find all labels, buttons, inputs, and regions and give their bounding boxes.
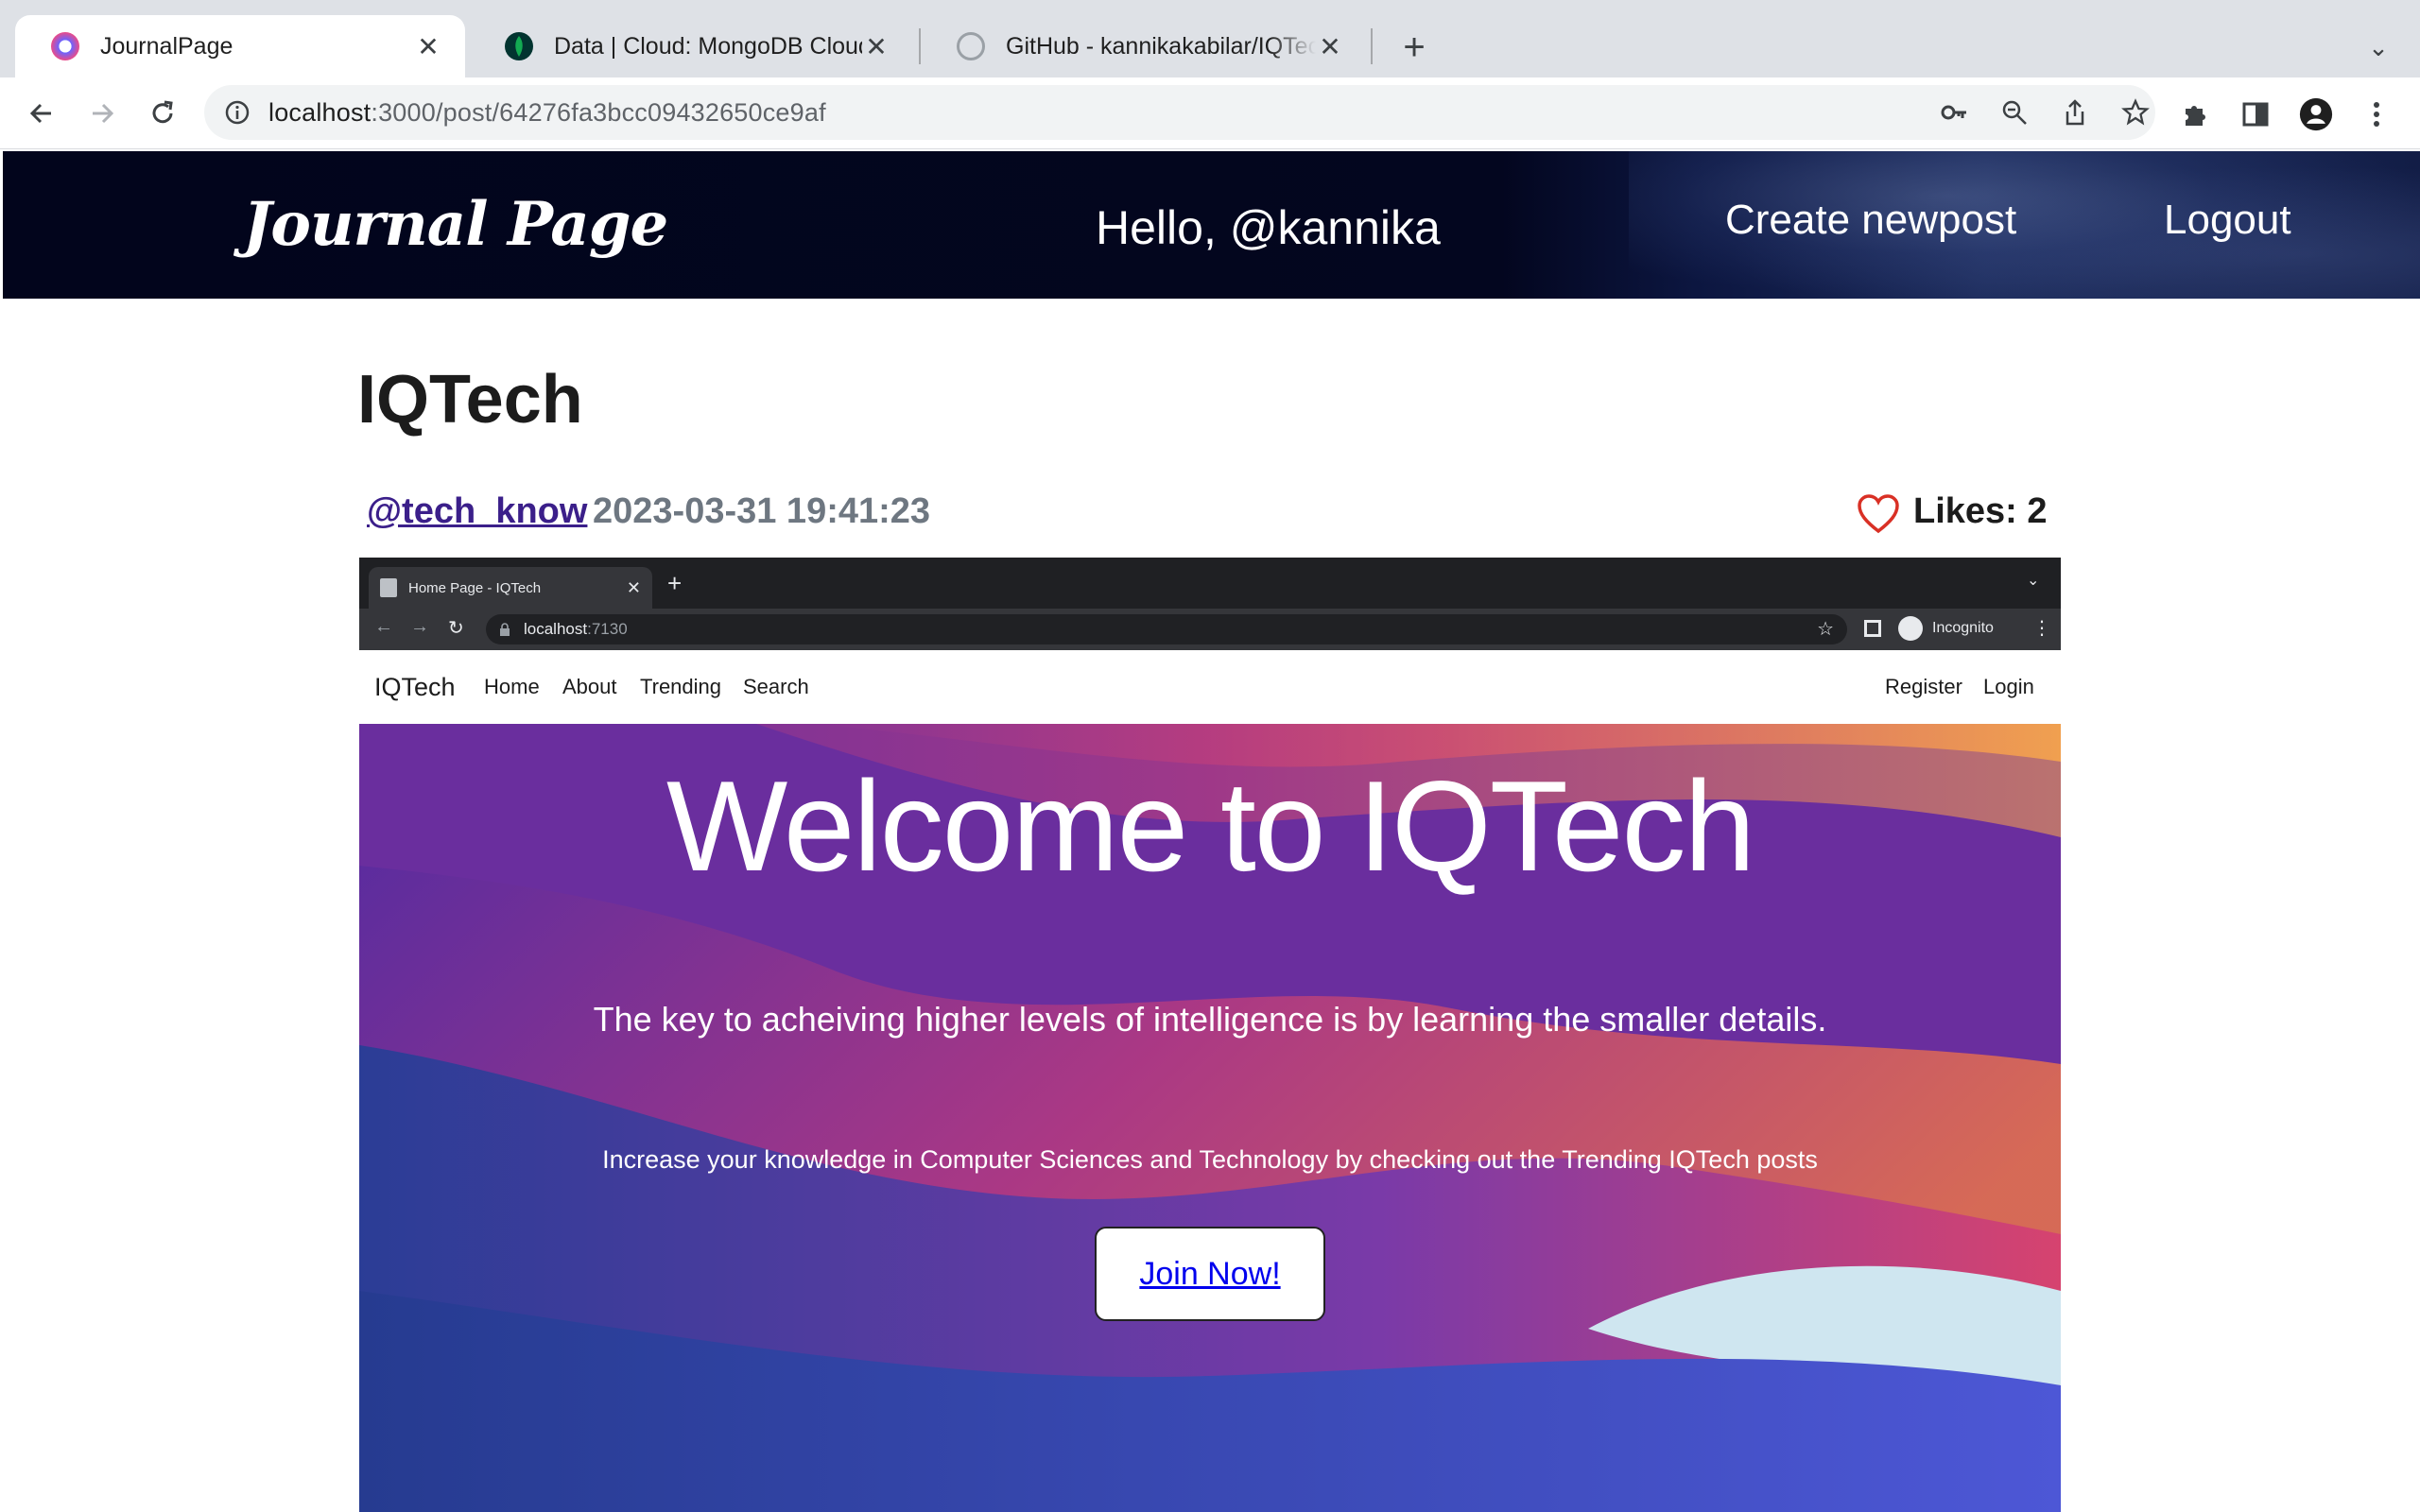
key-icon[interactable] xyxy=(1940,98,1968,127)
image-menu-icon: ⋮ xyxy=(2032,618,2051,639)
incognito-icon xyxy=(1898,616,1923,641)
share-icon[interactable] xyxy=(2061,98,2089,127)
profile-avatar-icon[interactable] xyxy=(2299,97,2333,131)
back-arrow-icon[interactable] xyxy=(17,89,66,138)
iqtech-navbar: IQTech Home About Trending Search Regist… xyxy=(359,650,2061,724)
image-close-icon: ✕ xyxy=(626,577,641,597)
side-panel-icon[interactable] xyxy=(2238,97,2273,131)
url-text: localhost:3000/post/64276fa3bcc09432650c… xyxy=(268,85,826,140)
join-now-button: Join Now! xyxy=(1095,1227,1325,1321)
image-chevron-icon: ⌄ xyxy=(2027,573,2040,589)
post-image: Home Page - IQTech ✕ + ⌄ ← → ↻ localhost… xyxy=(359,558,2061,1512)
tab-search-chevron-icon[interactable]: ⌄ xyxy=(2358,26,2399,68)
heart-like-icon[interactable] xyxy=(1857,493,1900,535)
create-newpost-link[interactable]: Create newpost xyxy=(1725,197,2016,244)
post-date: 2023-03-31 19:41:23 xyxy=(593,491,931,531)
image-new-tab-icon: + xyxy=(667,569,683,597)
image-url-host: localhost xyxy=(524,620,588,638)
reload-icon[interactable] xyxy=(138,89,187,138)
extensions-puzzle-icon[interactable] xyxy=(2178,97,2212,131)
hero-body: Increase your knowledge in Computer Scie… xyxy=(602,1145,1818,1174)
logout-link[interactable]: Logout xyxy=(2164,197,2291,244)
post-author-link[interactable]: @tech_know xyxy=(367,491,587,532)
hero-subtitle: The key to acheiving higher levels of in… xyxy=(593,1000,1827,1039)
browser-tab-mongodb[interactable]: Data | Cloud: MongoDB Cloud ✕ xyxy=(469,15,913,77)
url-path: :3000/post/64276fa3bcc09432650ce9af xyxy=(371,98,826,127)
site-info-icon[interactable] xyxy=(223,98,251,127)
browser-toolbar: localhost:3000/post/64276fa3bcc09432650c… xyxy=(0,77,2420,149)
browser-tab-github[interactable]: GitHub - kannikakabilar/IQTech ✕ xyxy=(921,15,1367,77)
iqtech-nav-about: About xyxy=(562,675,617,698)
tab-title: GitHub - kannikakabilar/IQTech xyxy=(1006,32,1316,60)
site-header: Journal Page Hello, @kannika Create newp… xyxy=(3,151,2420,299)
iqtech-nav-register: Register xyxy=(1885,675,1962,698)
iqtech-nav-login: Login xyxy=(1983,675,2034,698)
iqtech-nav-trending: Trending xyxy=(640,675,722,698)
tab-title: Data | Cloud: MongoDB Cloud xyxy=(554,32,862,60)
page-favicon-icon xyxy=(380,578,397,597)
iqtech-nav-search: Search xyxy=(743,675,809,698)
close-tab-icon[interactable]: ✕ xyxy=(862,32,890,61)
iqtech-hero: Welcome to IQTech The key to acheiving h… xyxy=(359,724,2061,1512)
forward-arrow-icon[interactable] xyxy=(78,89,127,138)
browser-tab-strip: JournalPage ✕ Data | Cloud: MongoDB Clou… xyxy=(0,0,2420,77)
address-bar[interactable]: localhost:3000/post/64276fa3bcc09432650c… xyxy=(204,85,2155,140)
site-logo[interactable]: Journal Page xyxy=(243,189,668,260)
image-lock-icon xyxy=(500,623,510,636)
image-url: localhost:7130 xyxy=(524,614,628,644)
likes-count: Likes: 2 xyxy=(1913,491,2048,531)
mongodb-favicon-icon xyxy=(505,32,533,60)
user-greeting: Hello, @kannika xyxy=(1096,201,1441,254)
tab-title: JournalPage xyxy=(100,32,233,60)
image-reload-icon: ↻ xyxy=(448,618,464,639)
image-back-icon: ← xyxy=(374,616,393,637)
image-incognito-label: Incognito xyxy=(1932,620,1994,636)
bookmark-star-icon[interactable] xyxy=(2121,98,2150,127)
image-star-icon: ☆ xyxy=(1817,619,1834,640)
image-forward-icon: → xyxy=(410,616,429,637)
close-tab-icon[interactable]: ✕ xyxy=(414,32,442,61)
image-incognito: Incognito xyxy=(1898,616,1994,641)
image-tab: Home Page - IQTech ✕ xyxy=(369,567,652,609)
close-tab-icon[interactable]: ✕ xyxy=(1316,32,1344,61)
image-url-port: :7130 xyxy=(587,620,628,638)
browser-tab-journalpage[interactable]: JournalPage ✕ xyxy=(15,15,465,77)
new-tab-icon[interactable]: + xyxy=(1393,26,1435,68)
iqtech-brand: IQTech xyxy=(374,673,456,701)
github-favicon-icon xyxy=(957,32,985,60)
url-host: localhost xyxy=(268,98,372,127)
image-tab-title: Home Page - IQTech xyxy=(408,579,542,596)
browser-menu-icon[interactable] xyxy=(2360,97,2394,131)
image-toolbar: ← → ↻ localhost:7130 ☆ Incognito ⋮ xyxy=(359,609,2061,650)
journalpage-favicon-icon xyxy=(51,32,79,60)
iqtech-nav-home: Home xyxy=(484,675,540,698)
image-address-bar: localhost:7130 ☆ xyxy=(486,614,1847,644)
image-sidepanel-icon xyxy=(1864,620,1881,637)
zoom-icon[interactable] xyxy=(2000,98,2029,127)
tab-divider xyxy=(1371,28,1373,64)
hero-title: Welcome to IQTech xyxy=(666,754,1755,898)
image-tab-strip: Home Page - IQTech ✕ + ⌄ xyxy=(359,558,2061,609)
post-title: IQTech xyxy=(357,362,583,438)
